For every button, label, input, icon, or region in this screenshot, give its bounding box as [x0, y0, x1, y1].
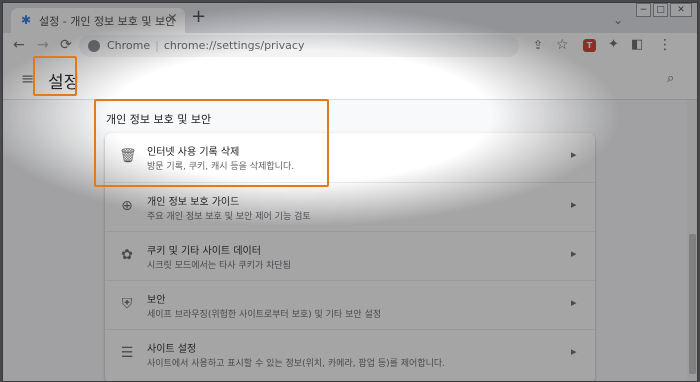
extension-badge-icon[interactable]: T: [583, 39, 596, 52]
row-cookies[interactable]: ✿ 쿠키 및 기타 사이트 데이터 시크릿 모드에서는 타사 쿠키가 차단됨 ▸: [105, 231, 595, 280]
tab-strip: ✱ 설정 - 개인 정보 보호 및 보안 × + ⌄ − □ ✕: [3, 3, 697, 33]
row-clear-browsing-data[interactable]: 🗑 인터넷 사용 기록 삭제 방문 기록, 쿠키, 캐시 등을 삭제합니다. ▸: [105, 133, 595, 181]
close-tab-icon[interactable]: ×: [167, 11, 178, 26]
row-security[interactable]: ⛨ 보안 세이프 브라우징(위험한 사이트로부터 보호) 및 기타 보안 설정 …: [105, 280, 595, 329]
settings-gear-icon: ✱: [21, 13, 32, 27]
section-title: 개인 정보 보호 및 보안: [106, 113, 212, 126]
reload-button[interactable]: ⟳: [60, 36, 72, 54]
address-text: Chrome | chrome://settings/privacy: [107, 39, 305, 52]
search-icon[interactable]: ⌕: [667, 71, 674, 86]
arrow-right-icon: ▸: [571, 296, 577, 309]
address-bar[interactable]: Chrome | chrome://settings/privacy: [79, 35, 519, 57]
extensions-puzzle-icon[interactable]: ✦: [608, 36, 619, 54]
settings-page: ≡ 설정 ⌕ 개인 정보 보호 및 보안 🗑 인터넷 사용 기록 삭제 방문 기…: [3, 59, 697, 381]
row-subtitle: 세이프 브라우징(위험한 사이트로부터 보호) 및 기타 보안 설정: [147, 310, 382, 320]
back-button[interactable]: ←: [13, 36, 25, 54]
trash-icon: 🗑: [119, 148, 137, 164]
compass-icon: ⊕: [121, 198, 133, 214]
row-subtitle: 사이트에서 사용하고 표시할 수 있는 정보(위치, 카메라, 팝업 등)를 제…: [147, 359, 446, 369]
row-subtitle: 주요 개인 정보 보호 및 보안 제어 기능 검토: [147, 212, 311, 222]
row-title: 쿠키 및 기타 사이트 데이터: [147, 246, 261, 257]
close-window-button[interactable]: ✕: [670, 3, 692, 17]
cookie-icon: ✿: [121, 247, 133, 263]
row-title: 개인 정보 보호 가이드: [147, 197, 240, 208]
forward-button[interactable]: →: [37, 36, 49, 54]
minimize-button[interactable]: −: [636, 3, 651, 17]
new-tab-button[interactable]: +: [191, 7, 206, 27]
more-menu-icon[interactable]: ⋮: [658, 36, 672, 54]
arrow-right-icon: ▸: [571, 247, 577, 260]
chrome-icon: [88, 40, 100, 52]
row-subtitle: 방문 기록, 쿠키, 캐시 등을 삭제합니다.: [147, 162, 295, 172]
hamburger-menu-icon[interactable]: ≡: [21, 69, 34, 88]
arrow-right-icon: ▸: [571, 345, 577, 358]
row-title: 사이트 설정: [147, 344, 197, 355]
maximize-button[interactable]: □: [653, 3, 668, 17]
privacy-card: 🗑 인터넷 사용 기록 삭제 방문 기록, 쿠키, 캐시 등을 삭제합니다. ▸…: [105, 133, 595, 381]
row-privacy-guide[interactable]: ⊕ 개인 정보 보호 가이드 주요 개인 정보 보호 및 보안 제어 기능 검토…: [105, 182, 595, 231]
row-site-settings[interactable]: ☰ 사이트 설정 사이트에서 사용하고 표시할 수 있는 정보(위치, 카메라,…: [105, 329, 595, 378]
side-panel-icon[interactable]: ◧: [631, 36, 643, 54]
row-subtitle: 시크릿 모드에서는 타사 쿠키가 차단됨: [147, 261, 291, 271]
row-title: 보안: [147, 295, 166, 306]
toolbar: ← → ⟳ Chrome | chrome://settings/privacy ⇪…: [3, 33, 697, 59]
arrow-right-icon: ▸: [571, 198, 577, 211]
browser-window: ✱ 설정 - 개인 정보 보호 및 보안 × + ⌄ − □ ✕ ← → ⟳ C…: [2, 2, 698, 382]
row-title: 인터넷 사용 기록 삭제: [147, 147, 240, 158]
share-icon[interactable]: ⇪: [533, 36, 543, 54]
tab-search-icon[interactable]: ⌄: [613, 13, 623, 27]
shield-icon: ⛨: [121, 296, 133, 312]
tab-title: 설정 - 개인 정보 보호 및 보안: [39, 15, 176, 28]
settings-header: ≡ 설정 ⌕: [3, 59, 697, 100]
tune-icon: ☰: [120, 345, 134, 361]
tab-settings-privacy[interactable]: ✱ 설정 - 개인 정보 보호 및 보안 ×: [11, 8, 185, 33]
scrollbar-thumb[interactable]: [689, 234, 696, 374]
bookmark-star-icon[interactable]: ☆: [556, 36, 569, 54]
page-title: 설정: [48, 73, 80, 93]
arrow-right-icon: ▸: [571, 148, 577, 161]
